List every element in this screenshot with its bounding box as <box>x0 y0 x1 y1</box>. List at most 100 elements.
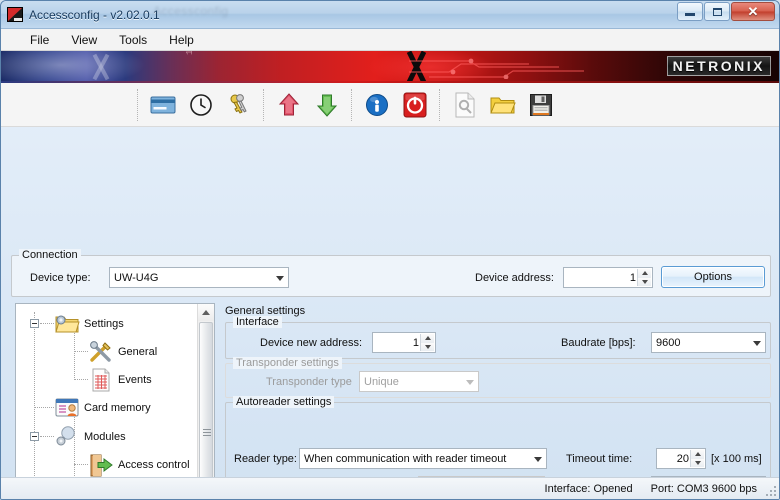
app-icon <box>7 7 23 22</box>
tree-connector-events <box>74 379 88 380</box>
tree-scrollbar[interactable] <box>197 304 214 499</box>
spinner-up-icon[interactable] <box>691 450 704 459</box>
tree-trunk <box>34 312 35 499</box>
spinner-down-icon[interactable] <box>691 458 704 467</box>
tree-connector-modules <box>40 436 54 437</box>
sidebar-item-label: Settings <box>84 318 124 330</box>
spinner-up-icon[interactable] <box>638 269 651 278</box>
menu-item-view[interactable]: View <box>60 31 108 49</box>
window-controls: ✕ <box>676 2 775 21</box>
status-port: Port: COM3 9600 bps <box>650 482 757 495</box>
transponder-type-label: Transponder type <box>266 376 352 388</box>
status-interface: Interface: Opened <box>544 482 633 495</box>
toolbar-script-button[interactable] <box>447 86 483 124</box>
menu-item-help[interactable]: Help <box>158 31 205 49</box>
script-icon <box>455 92 475 117</box>
sidebar-item-access-control[interactable]: Access control <box>88 450 190 480</box>
spinner-buttons[interactable] <box>637 269 651 286</box>
power-icon <box>403 92 427 117</box>
resize-grip-icon[interactable] <box>764 484 776 496</box>
save-floppy-icon <box>530 93 552 116</box>
upload-arrow-icon <box>278 92 300 115</box>
menu-item-file[interactable]: File <box>19 31 60 49</box>
baudrate-combo[interactable]: 9600 <box>651 332 766 353</box>
status-bar: Interface: Opened Port: COM3 9600 bps <box>1 477 779 499</box>
reader-type-combo[interactable]: When communication with reader timeout <box>299 448 547 469</box>
tree-content: Settings General Events Card memory Modu… <box>16 304 197 499</box>
toolbar-receive-button[interactable] <box>309 86 345 124</box>
tree-expander-settings[interactable] <box>30 319 39 328</box>
sidebar-item-events[interactable]: Events <box>88 365 152 395</box>
clock-icon <box>190 93 212 116</box>
reader-type-value: When communication with reader timeout <box>304 452 507 465</box>
timeout-time-spinner[interactable]: 20 <box>656 448 706 469</box>
toolbar-info-button[interactable] <box>359 86 395 124</box>
interface-group-title: Interface <box>233 316 282 328</box>
transponder-type-value: Unique <box>364 375 399 388</box>
close-icon: ✕ <box>747 4 759 19</box>
application-window: Accessconfig - v2.02.0.1 Accessconfig ✕ … <box>0 0 780 500</box>
spinner-down-icon[interactable] <box>638 277 651 286</box>
door-arrow-icon <box>88 452 114 478</box>
spinner-up-icon[interactable] <box>421 334 434 343</box>
toolbar <box>1 83 779 127</box>
window-title-ghost: Accessconfig <box>153 4 229 18</box>
maximize-icon <box>712 7 722 16</box>
banner-x-decor-left <box>81 53 121 81</box>
minimize-button[interactable] <box>677 2 703 21</box>
chevron-down-icon <box>466 380 474 385</box>
toolbar-separator-2 <box>263 88 265 121</box>
navigation-tree[interactable]: Settings General Events Card memory Modu… <box>15 303 215 499</box>
tree-connector-access <box>74 464 88 465</box>
timeout-time-value: 20 <box>676 452 689 465</box>
timeout-time-label: Timeout time: <box>566 453 633 465</box>
reader-type-label: Reader type: <box>234 453 297 465</box>
toolbar-send-button[interactable] <box>271 86 307 124</box>
scrollbar-grip-icon <box>203 429 211 437</box>
autoreader-group-title: Autoreader settings <box>233 396 335 408</box>
open-folder-icon <box>490 97 516 113</box>
device-address-label: Device address: <box>475 272 554 284</box>
menu-item-tools[interactable]: Tools <box>108 31 158 49</box>
sidebar-item-card-memory[interactable]: Card memory <box>54 393 151 423</box>
tools-icon <box>88 339 114 365</box>
baudrate-value: 9600 <box>656 336 681 349</box>
scroll-up-button[interactable] <box>198 304 214 321</box>
chevron-up-icon <box>202 310 210 315</box>
baudrate-label: Baudrate [bps]: <box>561 337 636 349</box>
device-address-spinner[interactable]: 1 <box>563 267 653 288</box>
spinner-down-icon[interactable] <box>421 342 434 351</box>
toolbar-clock-button[interactable] <box>183 86 219 124</box>
options-button[interactable]: Options <box>661 266 765 288</box>
maximize-button[interactable] <box>704 2 730 21</box>
toolbar-open-button[interactable] <box>485 86 521 124</box>
device-type-value: UW-U4G <box>114 271 159 284</box>
device-new-address-spinner[interactable]: 1 <box>372 332 436 353</box>
menu-bar: File View Tools Help <box>1 29 779 51</box>
events-document-icon <box>88 367 114 393</box>
id-card-icon <box>54 395 80 421</box>
toolbar-save-button[interactable] <box>523 86 559 124</box>
device-new-address-label: Device new address: <box>260 337 363 349</box>
chevron-down-icon <box>534 457 542 462</box>
tree-connector <box>40 323 54 324</box>
toolbar-separator <box>137 88 139 121</box>
spinner-buttons[interactable] <box>420 334 434 351</box>
tree-expander-modules[interactable] <box>30 432 39 441</box>
toolbar-keys-button[interactable] <box>221 86 257 124</box>
toolbar-card-button[interactable] <box>145 86 181 124</box>
device-type-combo[interactable]: UW-U4G <box>109 267 289 288</box>
chevron-down-icon <box>753 341 761 346</box>
sidebar-item-general[interactable]: General <box>88 337 157 367</box>
scrollbar-thumb[interactable] <box>199 322 213 499</box>
transponder-type-combo: Unique <box>359 371 479 392</box>
close-button[interactable]: ✕ <box>731 2 775 21</box>
keys-icon <box>230 93 247 114</box>
sidebar-item-modules[interactable]: Modules <box>54 422 126 452</box>
spinner-buttons[interactable] <box>690 450 704 467</box>
sidebar-item-label: Events <box>118 374 152 386</box>
brand-banner: 12 34 56 78 90 13 24 NETRONIX <box>1 51 779 83</box>
toolbar-power-button[interactable] <box>397 86 433 124</box>
device-type-label: Device type: <box>30 272 91 284</box>
sidebar-item-settings[interactable]: Settings <box>54 309 124 339</box>
